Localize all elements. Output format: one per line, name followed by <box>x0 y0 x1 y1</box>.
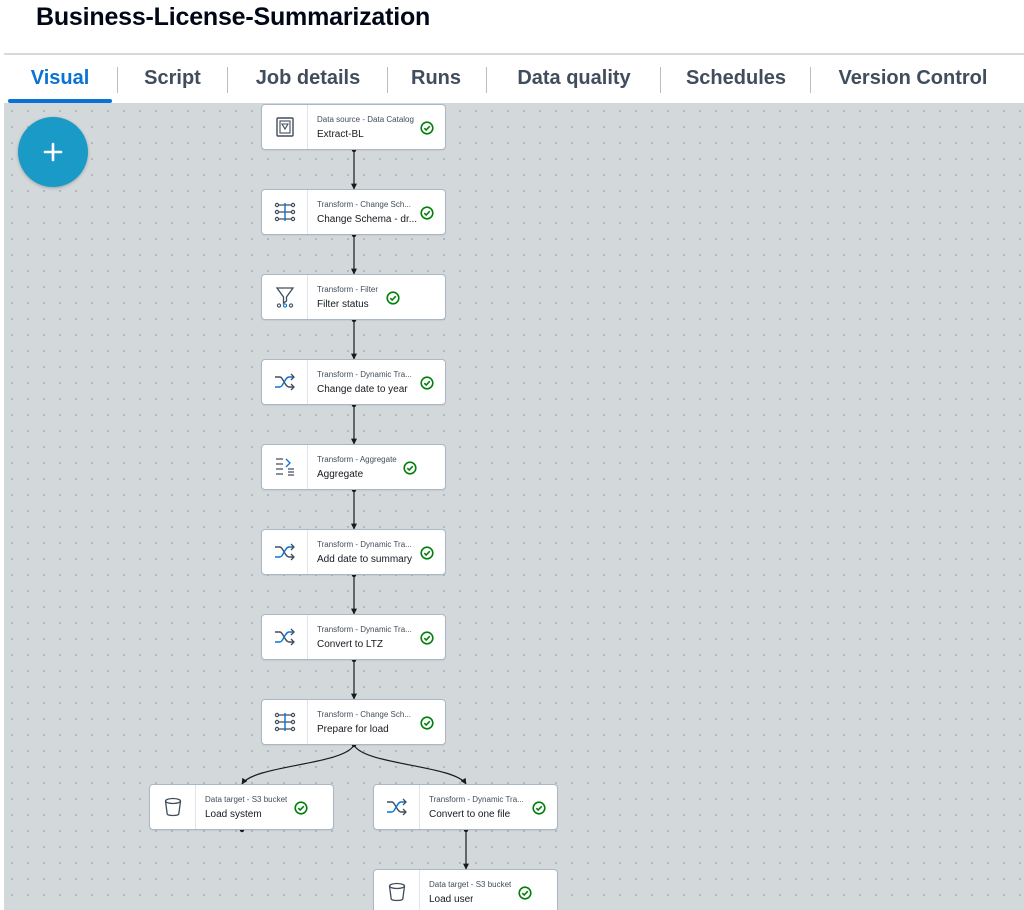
tab-schedules[interactable]: Schedules <box>674 55 798 102</box>
node-name: Load user <box>429 894 474 905</box>
job-title: Business-License-Summarization <box>36 3 431 31</box>
success-check-icon <box>403 461 417 475</box>
tab-script[interactable]: Script <box>132 55 213 102</box>
node-name: Convert to one file <box>429 809 511 820</box>
node-change-schema[interactable]: Transform - Change Sch... Change Schema … <box>261 189 446 235</box>
node-divider <box>307 530 308 574</box>
node-type: Transform - Change Sch... <box>317 200 411 209</box>
success-check-icon <box>420 546 434 560</box>
dynamic-transform-icon <box>275 373 295 391</box>
node-prepare-for-load[interactable]: Transform - Change Sch... Prepare for lo… <box>261 699 446 745</box>
node-load-user[interactable]: Data target - S3 bucket Load user <box>373 869 558 910</box>
node-divider <box>195 785 196 829</box>
node-divider <box>307 105 308 149</box>
node-filter-status[interactable]: Transform - Filter Filter status <box>261 274 446 320</box>
aggregate-icon <box>276 458 294 476</box>
add-node-button[interactable] <box>18 117 88 187</box>
node-load-system[interactable]: Data target - S3 bucket Load system <box>149 784 334 830</box>
success-check-icon <box>532 801 546 815</box>
success-check-icon <box>420 631 434 645</box>
node-type: Transform - Dynamic Tra... <box>317 370 412 379</box>
success-check-icon <box>420 121 434 135</box>
node-divider <box>419 785 420 829</box>
tab-separator <box>660 67 661 93</box>
node-change-date-to-year[interactable]: Transform - Dynamic Tra... Change date t… <box>261 359 446 405</box>
tab-visual[interactable]: Visual <box>8 55 112 103</box>
success-check-icon <box>386 291 400 305</box>
node-type: Transform - Dynamic Tra... <box>317 625 412 634</box>
node-name: Load system <box>205 809 262 820</box>
node-name: Convert to LTZ <box>317 639 383 650</box>
node-divider <box>307 360 308 404</box>
node-divider <box>307 445 308 489</box>
node-name: Extract-BL <box>317 129 364 140</box>
tab-version-control[interactable]: Version Control <box>825 55 1001 102</box>
node-type: Transform - Filter <box>317 285 379 294</box>
node-name: Filter status <box>317 299 369 310</box>
dynamic-transform-icon <box>387 798 407 816</box>
node-divider <box>307 615 308 659</box>
node-divider <box>307 190 308 234</box>
node-name: Add date to summary <box>317 554 413 565</box>
node-type: Transform - Aggregate <box>317 455 397 464</box>
edge <box>241 744 355 785</box>
node-divider <box>307 700 308 744</box>
node-type: Transform - Dynamic Tra... <box>317 540 412 549</box>
success-check-icon <box>294 801 308 815</box>
node-name: Prepare for load <box>317 724 389 735</box>
data-catalog-icon <box>276 117 294 137</box>
tab-job-details[interactable]: Job details <box>242 55 374 102</box>
node-type: Data source - Data Catalog <box>317 115 414 124</box>
edge <box>353 744 467 785</box>
node-type: Data target - S3 bucket <box>205 795 288 804</box>
plus-icon <box>43 142 63 162</box>
tab-separator <box>227 67 228 93</box>
tab-runs[interactable]: Runs <box>401 55 471 102</box>
tab-separator <box>810 67 811 93</box>
node-add-date-to-summary[interactable]: Transform - Dynamic Tra... Add date to s… <box>261 529 446 575</box>
change-schema-icon <box>274 712 296 732</box>
success-check-icon <box>420 716 434 730</box>
node-name: Aggregate <box>317 469 364 480</box>
node-extract-bl[interactable]: Data source - Data Catalog Extract-BL <box>261 104 446 150</box>
node-convert-to-ltz[interactable]: Transform - Dynamic Tra... Convert to LT… <box>261 614 446 660</box>
node-type: Transform - Dynamic Tra... <box>429 795 524 804</box>
s3-bucket-icon <box>164 797 182 817</box>
node-type: Data target - S3 bucket <box>429 880 512 889</box>
node-type: Transform - Change Sch... <box>317 710 411 719</box>
tab-separator <box>486 67 487 93</box>
tab-bar: Visual Script Job details Runs Data qual… <box>4 53 1024 103</box>
tab-separator <box>117 67 118 93</box>
success-check-icon <box>420 376 434 390</box>
dynamic-transform-icon <box>275 543 295 561</box>
node-convert-to-one-file[interactable]: Transform - Dynamic Tra... Convert to on… <box>373 784 558 830</box>
success-check-icon <box>420 206 434 220</box>
tab-separator <box>387 67 388 93</box>
visual-editor-canvas[interactable]: Data source - Data Catalog Extract-BL Tr… <box>4 103 1024 910</box>
success-check-icon <box>518 886 532 900</box>
node-name: Change date to year <box>317 384 408 395</box>
dynamic-transform-icon <box>275 628 295 646</box>
filter-icon <box>275 287 295 308</box>
node-divider <box>307 275 308 319</box>
s3-bucket-icon <box>388 882 406 902</box>
node-name: Change Schema - dr... <box>317 214 417 225</box>
tab-data-quality[interactable]: Data quality <box>501 55 647 102</box>
node-aggregate[interactable]: Transform - Aggregate Aggregate <box>261 444 446 490</box>
change-schema-icon <box>274 202 296 222</box>
node-divider <box>419 870 420 910</box>
